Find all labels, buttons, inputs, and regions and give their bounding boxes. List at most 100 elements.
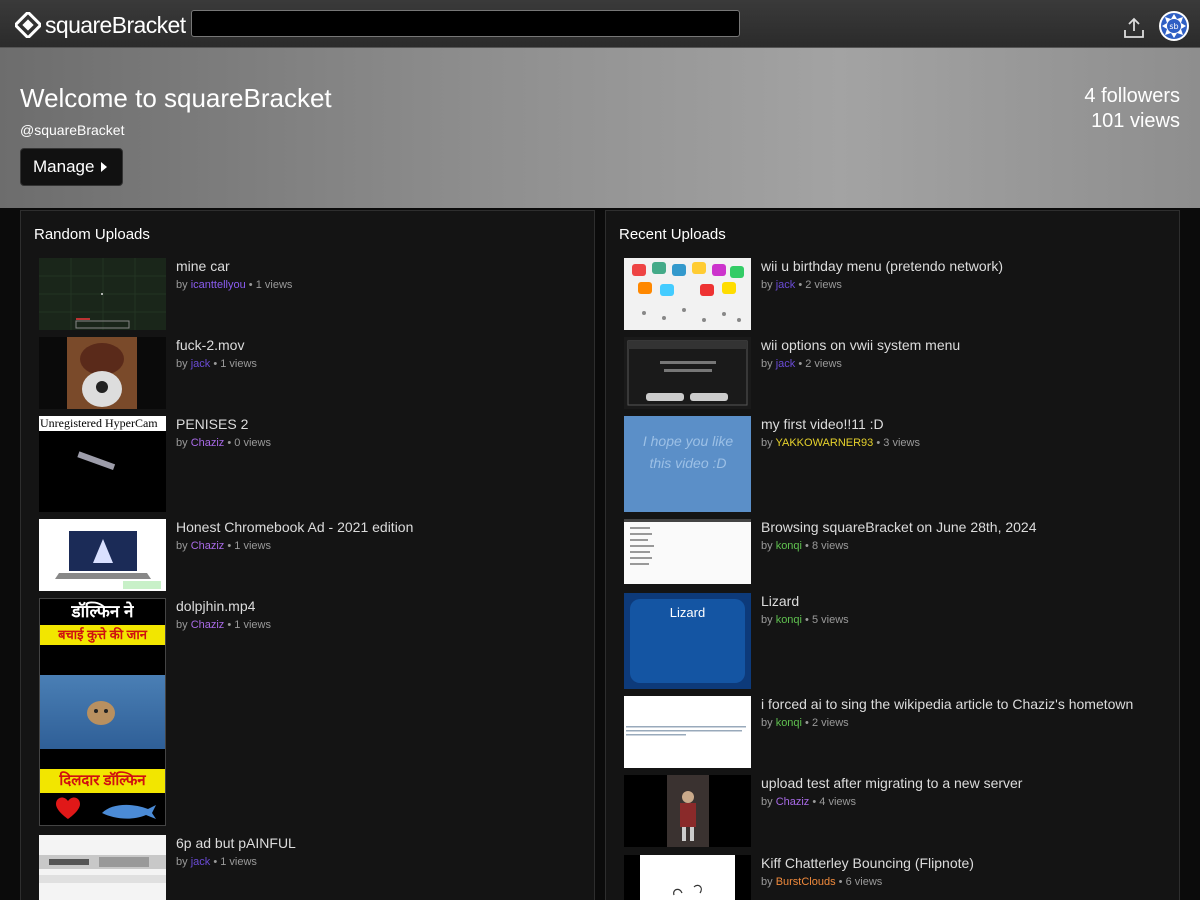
- video-thumbnail[interactable]: [39, 337, 166, 409]
- thumbnail-art: [40, 675, 165, 749]
- view-count: • 2 views: [798, 358, 842, 370]
- search-input[interactable]: [191, 10, 740, 37]
- video-byline: by BurstClouds • 6 views: [761, 876, 974, 888]
- thumbnail-caption: बचाई कुत्ते की जान: [40, 625, 165, 645]
- video-item[interactable]: wii u birthday menu (pretendo network) b…: [624, 258, 1164, 330]
- view-count: • 2 views: [805, 717, 849, 729]
- video-byline: by jack • 1 views: [176, 358, 257, 370]
- video-meta: upload test after migrating to a new ser…: [761, 775, 1022, 808]
- author-link[interactable]: jack: [776, 279, 796, 291]
- video-byline: by Chaziz • 0 views: [176, 437, 271, 449]
- video-thumbnail[interactable]: [624, 519, 751, 584]
- video-title[interactable]: wii options on vwii system menu: [761, 337, 960, 353]
- video-item[interactable]: Browsing squareBracket on June 28th, 202…: [624, 519, 1164, 584]
- author-link[interactable]: Chaziz: [191, 540, 225, 552]
- video-thumbnail[interactable]: [39, 835, 166, 900]
- video-thumbnail[interactable]: [624, 258, 751, 330]
- video-title[interactable]: PENISES 2: [176, 416, 271, 432]
- upload-icon[interactable]: [1122, 16, 1146, 40]
- author-link[interactable]: konqi: [776, 717, 802, 729]
- video-byline: by icanttellyou • 1 views: [176, 279, 292, 291]
- author-link[interactable]: Chaziz: [191, 619, 225, 631]
- video-title[interactable]: Browsing squareBracket on June 28th, 202…: [761, 519, 1037, 535]
- manage-button[interactable]: Manage: [20, 148, 123, 186]
- video-title[interactable]: Kiff Chatterley Bouncing (Flipnote): [761, 855, 974, 871]
- recent-uploads-heading: Recent Uploads: [619, 226, 726, 243]
- by-label: by: [761, 717, 773, 729]
- video-thumbnail[interactable]: Unregistered HyperCam: [39, 416, 166, 512]
- channel-stats: 4 followers 101 views: [1084, 84, 1180, 134]
- video-thumbnail[interactable]: [624, 855, 751, 900]
- author-link[interactable]: konqi: [776, 614, 802, 626]
- thumbnail-caption: I hope you like this video :D: [642, 433, 734, 471]
- by-label: by: [761, 876, 773, 888]
- author-link[interactable]: konqi: [776, 540, 802, 552]
- video-meta: Lizard by konqi • 5 views: [761, 593, 849, 626]
- profile-banner: Welcome to squareBracket @squareBracket …: [0, 48, 1200, 208]
- page-title: Welcome to squareBracket: [20, 83, 332, 113]
- video-item[interactable]: Honest Chromebook Ad - 2021 edition by C…: [39, 519, 579, 591]
- video-title[interactable]: Honest Chromebook Ad - 2021 edition: [176, 519, 413, 535]
- view-count: • 5 views: [805, 614, 849, 626]
- video-item[interactable]: upload test after migrating to a new ser…: [624, 775, 1164, 847]
- author-link[interactable]: jack: [191, 856, 211, 868]
- video-item[interactable]: Unregistered HyperCam PENISES 2 by Chazi…: [39, 416, 579, 512]
- video-thumbnail[interactable]: [624, 696, 751, 768]
- avatar[interactable]: sb: [1159, 11, 1189, 41]
- video-title[interactable]: dolpjhin.mp4: [176, 598, 271, 614]
- diamond-logo-icon: [15, 12, 41, 38]
- site-logo[interactable]: squareBracket: [15, 11, 186, 39]
- video-byline: by Chaziz • 1 views: [176, 540, 413, 552]
- video-thumbnail[interactable]: [624, 775, 751, 847]
- by-label: by: [761, 614, 773, 626]
- author-link[interactable]: Chaziz: [776, 796, 810, 808]
- video-title[interactable]: my first video!!11 :D: [761, 416, 920, 432]
- video-thumbnail[interactable]: डॉल्फिन ने बचाई कुत्ते की जान दिलदार डॉल…: [39, 598, 166, 826]
- video-title[interactable]: fuck-2.mov: [176, 337, 257, 353]
- by-label: by: [176, 358, 188, 370]
- video-thumbnail[interactable]: [624, 337, 751, 409]
- video-meta: Browsing squareBracket on June 28th, 202…: [761, 519, 1037, 552]
- video-thumbnail[interactable]: I hope you like this video :D: [624, 416, 751, 512]
- video-item[interactable]: 6p ad but pAINFUL by jack • 1 views: [39, 835, 579, 900]
- video-title[interactable]: 6p ad but pAINFUL: [176, 835, 296, 851]
- video-meta: Kiff Chatterley Bouncing (Flipnote) by B…: [761, 855, 974, 888]
- video-meta: fuck-2.mov by jack • 1 views: [176, 337, 257, 370]
- author-link[interactable]: icanttellyou: [191, 279, 246, 291]
- video-meta: my first video!!11 :D by YAKKOWARNER93 •…: [761, 416, 920, 449]
- svg-text:sb: sb: [1169, 22, 1178, 31]
- video-byline: by Chaziz • 4 views: [761, 796, 1022, 808]
- video-byline: by jack • 2 views: [761, 358, 960, 370]
- video-byline: by konqi • 2 views: [761, 717, 1133, 729]
- video-title[interactable]: mine car: [176, 258, 292, 274]
- video-title[interactable]: upload test after migrating to a new ser…: [761, 775, 1022, 791]
- video-item[interactable]: i forced ai to sing the wikipedia articl…: [624, 696, 1164, 768]
- by-label: by: [176, 619, 188, 631]
- video-meta: mine car by icanttellyou • 1 views: [176, 258, 292, 291]
- author-link[interactable]: BurstClouds: [776, 876, 836, 888]
- view-count: • 1 views: [227, 540, 271, 552]
- video-title[interactable]: Lizard: [761, 593, 849, 609]
- video-item[interactable]: fuck-2.mov by jack • 1 views: [39, 337, 579, 409]
- video-thumbnail[interactable]: Lizard: [624, 593, 751, 689]
- video-item[interactable]: Kiff Chatterley Bouncing (Flipnote) by B…: [624, 855, 1164, 900]
- video-item[interactable]: डॉल्फिन ने बचाई कुत्ते की जान दिलदार डॉल…: [39, 598, 579, 826]
- video-byline: by YAKKOWARNER93 • 3 views: [761, 437, 920, 449]
- author-link[interactable]: jack: [191, 358, 211, 370]
- video-title[interactable]: i forced ai to sing the wikipedia articl…: [761, 696, 1133, 712]
- author-link[interactable]: Chaziz: [191, 437, 225, 449]
- video-item[interactable]: wii options on vwii system menu by jack …: [624, 337, 1164, 409]
- video-item[interactable]: Lizard Lizard by konqi • 5 views: [624, 593, 1164, 689]
- followers-count: 4 followers: [1084, 85, 1180, 107]
- author-link[interactable]: YAKKOWARNER93: [775, 437, 873, 449]
- video-byline: by konqi • 5 views: [761, 614, 849, 626]
- thumbnail-art: [56, 797, 156, 819]
- video-title[interactable]: wii u birthday menu (pretendo network): [761, 258, 1003, 274]
- recent-uploads-panel: Recent Uploads wii u birthday menu (pret…: [605, 210, 1180, 900]
- video-thumbnail[interactable]: [39, 519, 166, 591]
- video-thumbnail[interactable]: [39, 258, 166, 330]
- video-item[interactable]: mine car by icanttellyou • 1 views: [39, 258, 579, 330]
- video-item[interactable]: I hope you like this video :D my first v…: [624, 416, 1164, 512]
- author-link[interactable]: jack: [776, 358, 796, 370]
- thumbnail-caption: Unregistered HyperCam: [39, 416, 166, 431]
